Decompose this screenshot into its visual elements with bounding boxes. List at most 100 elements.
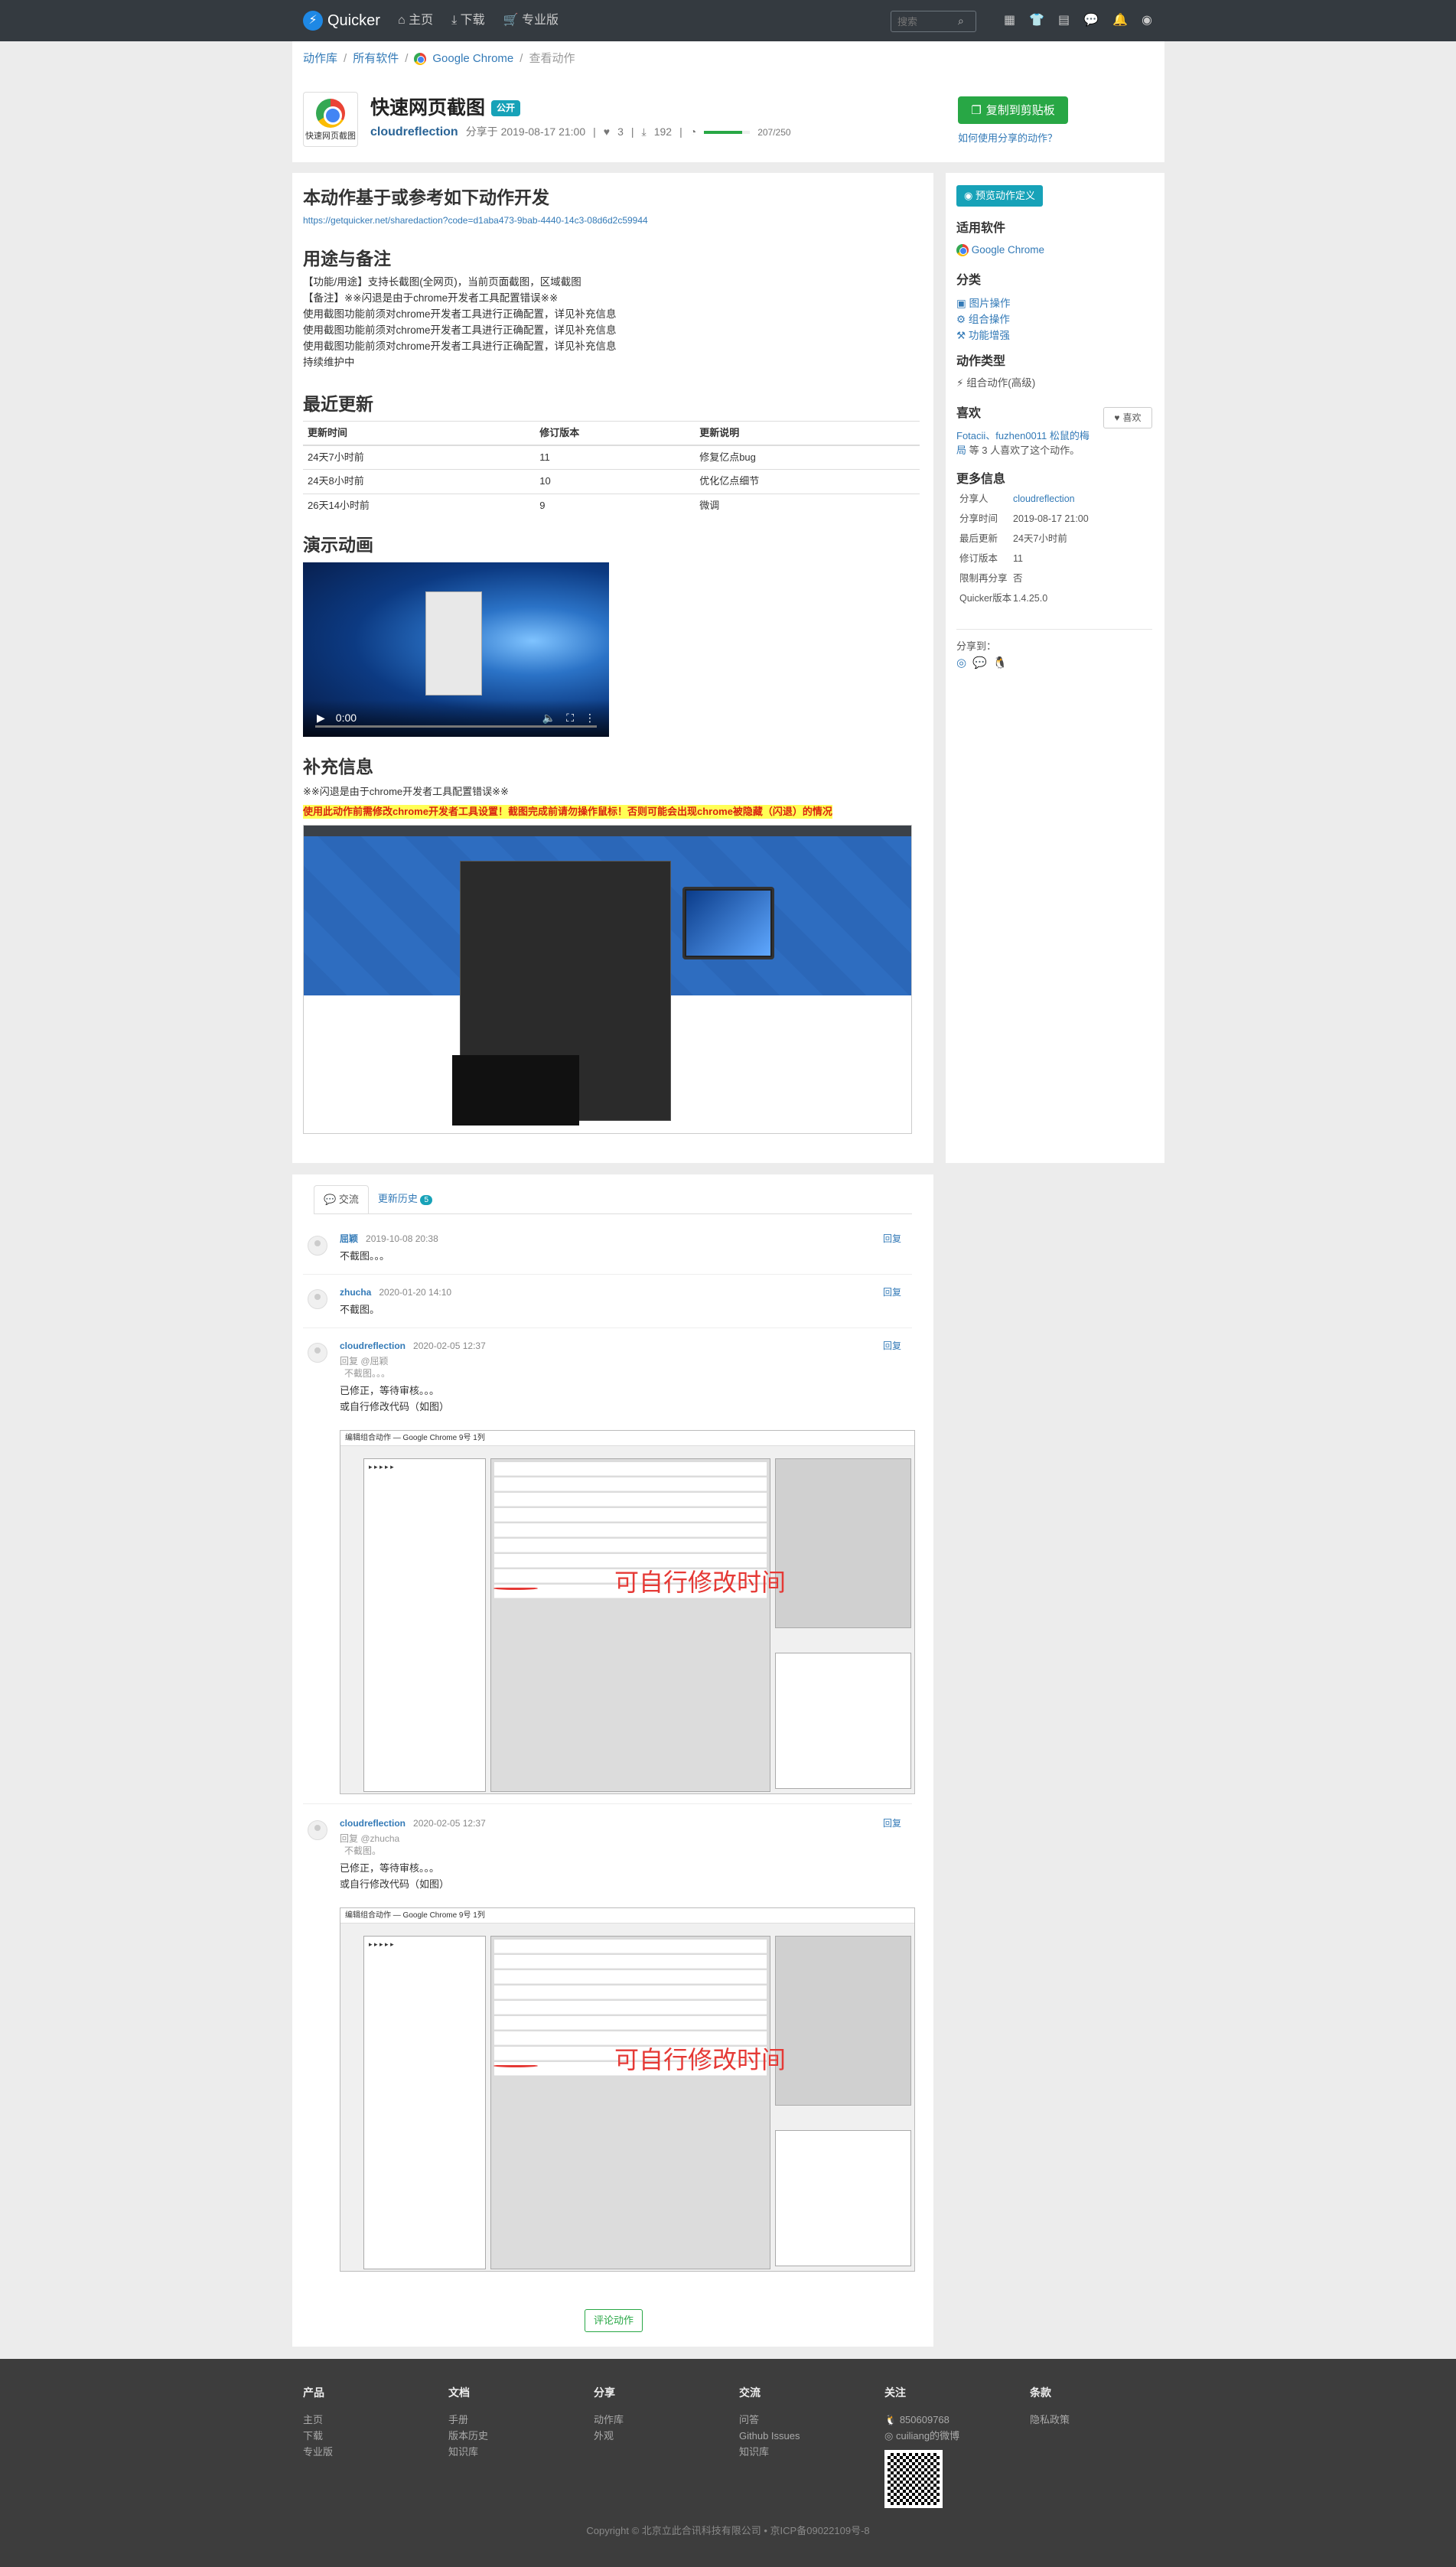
download-count: 192 <box>653 125 673 138</box>
tab-discuss[interactable]: 💬 交流 <box>314 1185 369 1215</box>
sharer-link[interactable]: cloudreflection <box>1013 493 1075 513</box>
brand-logo[interactable]: ⚡ Quicker <box>303 9 380 32</box>
reply-link[interactable]: 回复 <box>883 1286 901 1299</box>
footer-col-product: 产品 主页 下载 专业版 <box>303 2385 333 2460</box>
chat-icon[interactable]: 💬 <box>1083 12 1099 29</box>
category-enhance-link[interactable]: ⚒ 功能增强 <box>956 327 1011 344</box>
demo-panel-image <box>425 591 482 696</box>
footer-link[interactable]: 问答 <box>739 2412 800 2428</box>
footer-link[interactable]: 知识库 <box>448 2444 488 2460</box>
updates-table: 更新时间 修订版本 更新说明 24天7小时前 11 修复亿点bug 24天8小时前 10 优… <box>303 421 920 517</box>
nav-home-link[interactable]: ⌂ 主页 <box>398 12 433 29</box>
footer-link[interactable]: 专业版 <box>303 2444 333 2460</box>
footer-link[interactable]: 🐧 850609768 <box>884 2412 959 2428</box>
editor-window-screenshot: 编辑组合动作 — Google Chrome 9号 1列 ▸ ▸ ▸ ▸ ▸ 可… <box>340 1430 915 1794</box>
footer-link[interactable]: 手册 <box>448 2412 488 2428</box>
footer-link[interactable]: 动作库 <box>594 2412 624 2428</box>
tab-history[interactable]: 更新历史 5 <box>369 1185 441 1214</box>
more-icon[interactable]: ⋮ <box>585 711 595 726</box>
category-image-link[interactable]: ▣ 图片操作 <box>956 295 1011 311</box>
qq-icon[interactable]: 🐧 <box>993 655 1008 671</box>
author-link[interactable]: cloudreflection <box>370 124 458 141</box>
eye-icon: ◉ <box>964 190 976 201</box>
comment-item: 屈颖 2019-10-08 20:38 回复 不截图。。。 <box>303 1231 912 1277</box>
share-time: 分享于 2019-08-17 21:00 <box>465 125 586 138</box>
howto-link[interactable]: 如何使用分享的动作？ <box>958 132 1057 145</box>
quote-text: 不截图。 <box>344 1845 382 1856</box>
nav-pro-link[interactable]: 🛒 专业版 <box>503 12 559 29</box>
shirt-icon[interactable]: 👕 <box>1029 12 1044 29</box>
qq-icon: 🐧 <box>884 2414 897 2425</box>
action-icon: 快速网页截图 <box>303 92 358 147</box>
weibo-icon[interactable]: ◎ <box>956 655 966 671</box>
reply-link[interactable]: 回复 <box>883 1233 901 1246</box>
reply-link[interactable]: 回复 <box>883 1340 901 1353</box>
info-list: 分享人 cloudreflection 分享时间 2019-08-17 21:00 … <box>959 493 1089 604</box>
qr-code <box>884 2450 943 2508</box>
breadcrumb-library[interactable]: 动作库 <box>303 50 337 67</box>
search-icon[interactable]: ⌕ <box>958 14 964 29</box>
action-type: ⚡ 组合动作(高级) <box>956 377 1036 389</box>
share-heading: 分享到： <box>956 640 997 652</box>
footer-col-share: 分享 动作库 外观 <box>594 2385 624 2444</box>
annotation-text: 可自行修改时间 <box>614 2045 787 2074</box>
usage-progress-bar <box>704 131 751 135</box>
demo-video-player[interactable]: ▶ 0:00 🔈 ⛶ ⋮ <box>303 562 609 737</box>
video-progress-bar[interactable] <box>315 725 597 728</box>
annotation-text: 可自行修改时间 <box>614 1568 787 1597</box>
page-title: 快速网页截图 <box>370 97 486 119</box>
type-heading: 动作类型 <box>956 355 1006 368</box>
comment-action-button[interactable]: 评论动作 <box>585 2309 643 2332</box>
top-navbar: ⚡Quicker ⌂ 主页 ⤓ 下载 🛒 专业版 ⌕ ▦ 👕 ▤ 💬 🔔 ◉ <box>0 0 1456 41</box>
play-icon[interactable]: ▶ <box>317 711 325 726</box>
footer-col-terms: 条款 隐私政策 <box>1030 2385 1070 2428</box>
comment-text: 已修正，等待审核。。。 <box>340 1385 440 1396</box>
footer-link[interactable]: 外观 <box>594 2428 624 2444</box>
brand-name: Quicker <box>327 12 380 29</box>
footer-link[interactable]: 版本历史 <box>448 2428 488 2444</box>
copy-to-clipboard-button[interactable]: ❐ 复制到剪贴板 <box>958 96 1068 124</box>
comment-author[interactable]: cloudreflection <box>340 1341 406 1351</box>
action-icon-label: 快速网页截图 <box>305 132 356 141</box>
wechat-icon[interactable]: 💬 <box>972 655 987 671</box>
like-button[interactable]: ♥ 喜欢 <box>1103 407 1152 428</box>
comment-author[interactable]: 屈颖 <box>340 1233 358 1244</box>
weibo-icon: ◎ <box>884 2430 894 2442</box>
devtools-config-screenshot <box>303 825 912 1134</box>
video-time: 0:00 <box>335 712 357 725</box>
breadcrumb-chrome[interactable]: Google Chrome <box>432 50 513 67</box>
footer-col-follow: 关注 🐧 850609768 ◎ cuiliang的微博 <box>884 2385 959 2508</box>
footer-link[interactable]: 隐私政策 <box>1030 2412 1070 2428</box>
like-count: 3 <box>617 125 624 138</box>
volume-icon[interactable]: 🔈 <box>542 711 555 726</box>
fullscreen-icon[interactable]: ⛶ <box>566 711 574 726</box>
comment-author[interactable]: cloudreflection <box>340 1818 406 1829</box>
table-row: 26天14小时前 9 微调 <box>303 493 920 517</box>
category-combo-link[interactable]: ⚙ 组合操作 <box>956 311 1011 327</box>
footer-link[interactable]: ◎ cuiliang的微博 <box>884 2428 959 2444</box>
editor-window-screenshot: 编辑组合动作 — Google Chrome 9号 1列 ▸ ▸ ▸ ▸ ▸ 可… <box>340 1907 915 2272</box>
footer-link[interactable]: 下载 <box>303 2428 333 2444</box>
nav-download-link[interactable]: ⤓ 下载 <box>451 12 485 29</box>
based-on-link[interactable]: https://getquicker.net/sharedaction?code… <box>303 213 648 229</box>
table-icon[interactable]: ▤ <box>1058 12 1070 29</box>
quote-target: 回复 @屈颖 <box>340 1356 389 1367</box>
preview-definition-button[interactable]: ◉ 预览动作定义 <box>956 185 1043 207</box>
comments-card: 💬 交流 更新历史 5 屈颖 2019-10-08 20:38 回复 不截图。。。… <box>292 1174 933 2347</box>
user-icon[interactable]: ◉ <box>1142 12 1152 29</box>
comment-item: cloudreflection 2020-02-05 12:37 回复 回复 @z… <box>303 1816 915 2285</box>
reply-link[interactable]: 回复 <box>883 1817 901 1830</box>
comment-text: 不截图。。。 <box>340 1250 390 1262</box>
quicker-logo-icon: ⚡ <box>303 11 323 31</box>
comment-author[interactable]: zhucha <box>340 1287 371 1298</box>
footer-link[interactable]: Github Issues <box>739 2428 800 2444</box>
footer-link[interactable]: 知识库 <box>739 2444 800 2460</box>
software-link[interactable]: Google Chrome <box>972 244 1044 256</box>
footer-link[interactable]: 主页 <box>303 2412 333 2428</box>
avatar <box>308 1289 327 1309</box>
grid-icon[interactable]: ▦ <box>1004 12 1015 29</box>
public-badge: 公开 <box>491 100 521 116</box>
bell-icon[interactable]: 🔔 <box>1112 12 1128 29</box>
heart-icon: ♥ <box>603 125 611 138</box>
breadcrumb-all-software[interactable]: 所有软件 <box>353 50 399 67</box>
